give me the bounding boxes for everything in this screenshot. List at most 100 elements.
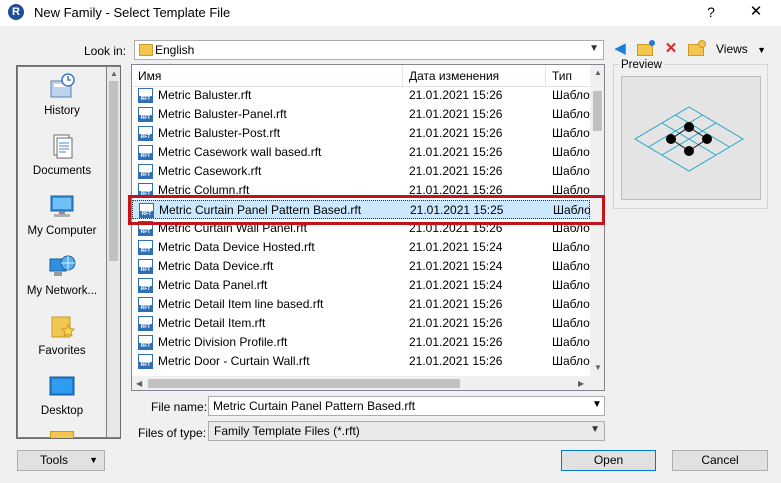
file-name: Metric Baluster-Panel.rft [158, 107, 287, 121]
history-icon [50, 73, 75, 98]
folder-icon [139, 44, 153, 56]
favorites-icon [51, 316, 76, 338]
file-row[interactable]: Metric Data Panel.rft 21.01.2021 15:24 Шаб… [132, 276, 590, 295]
title-bar: R New Family - Select Template File ? ✕ [0, 0, 781, 26]
rft-file-icon [138, 164, 153, 179]
place-my-network[interactable]: My Network... [18, 247, 106, 305]
file-type: Шаблон [552, 88, 590, 102]
horizontal-scrollbar[interactable]: ◀ ▶ [132, 376, 590, 390]
place-label: My Network... [26, 285, 98, 297]
file-date: 21.01.2021 15:26 [409, 354, 503, 368]
file-date: 21.01.2021 15:24 [409, 278, 503, 292]
place-label: Desktop [40, 405, 84, 417]
look-in-label: Look in: [84, 44, 127, 58]
file-list[interactable]: ⌃ Имя Дата изменения Тип Metric Baluster… [131, 64, 605, 391]
place-my-computer[interactable]: My Computer [18, 187, 106, 245]
folder-icon [50, 431, 74, 438]
file-row[interactable]: Metric Data Device.rft 21.01.2021 15:24 Ша… [132, 257, 590, 276]
file-row[interactable]: Metric Baluster-Post.rft 21.01.2021 15:26… [132, 124, 590, 143]
file-type: Шаблон [552, 164, 590, 178]
rft-file-icon [138, 88, 153, 103]
file-date: 21.01.2021 15:26 [409, 107, 503, 121]
views-label: Views [716, 42, 748, 56]
file-row[interactable]: Metric Casework.rft 21.01.2021 15:26 Шабло… [132, 162, 590, 181]
tools-button[interactable]: Tools ▼ [17, 450, 105, 471]
file-row[interactable]: Metric Baluster.rft 21.01.2021 15:26 Шабло… [132, 86, 590, 105]
look-in-dropdown[interactable]: English ▼ [134, 40, 604, 60]
rft-file-icon [138, 126, 153, 141]
file-date: 21.01.2021 15:26 [409, 164, 503, 178]
rft-file-icon [138, 107, 153, 122]
file-type: Шаблон [552, 335, 590, 349]
help-button[interactable]: ? [700, 2, 722, 22]
cancel-button[interactable]: Cancel [672, 450, 768, 471]
place-favorites[interactable]: Favorites [18, 307, 106, 365]
file-name: Metric Detail Item.rft [158, 316, 266, 330]
file-row[interactable]: Metric Detail Item line based.rft 21.01.2… [132, 295, 590, 314]
files-of-type-label: Files of type: [138, 426, 207, 440]
place-label: Documents [32, 165, 92, 177]
chevron-down-icon: ▼ [89, 455, 98, 465]
delete-icon[interactable]: ✕ [662, 40, 680, 58]
file-rows: Metric Baluster.rft 21.01.2021 15:26 Шабло… [132, 86, 591, 376]
chevron-down-icon[interactable]: ▼ [592, 399, 602, 410]
file-date: 21.01.2021 15:26 [409, 316, 503, 330]
file-type: Шаблон [552, 240, 590, 254]
file-row[interactable]: Metric Casework wall based.rft 21.01.2021… [132, 143, 590, 162]
new-folder-icon[interactable] [686, 40, 706, 58]
rft-file-icon [138, 278, 153, 293]
file-row[interactable]: Metric Detail Item.rft 21.01.2021 15:26 Ша… [132, 314, 590, 333]
file-row[interactable]: Metric Door - Curtain Wall.rft 21.01.2021… [132, 352, 590, 371]
look-in-value: English [155, 43, 195, 57]
file-row[interactable]: Metric Division Profile.rft 21.01.2021 15… [132, 333, 590, 352]
chevron-down-icon: ▼ [590, 424, 600, 435]
files-of-type-dropdown[interactable]: Family Template Files (*.rft) ▼ [208, 421, 605, 441]
rft-file-icon [138, 297, 153, 312]
documents-icon [53, 134, 73, 159]
file-name-label: File name: [151, 400, 208, 414]
file-name: Metric Baluster-Post.rft [158, 126, 281, 140]
file-type: Шаблон [552, 259, 590, 273]
scroll-thumb[interactable] [148, 379, 460, 388]
chevron-down-icon: ▼ [589, 43, 599, 54]
curtain-panel-preview-icon [634, 106, 744, 172]
window-title: New Family - Select Template File [34, 5, 231, 20]
rft-file-icon [138, 259, 153, 274]
place-documents[interactable]: Documents [18, 127, 106, 185]
file-name: Metric Data Device.rft [158, 259, 274, 273]
network-icon [49, 255, 76, 276]
place-history[interactable]: History [18, 67, 106, 125]
file-type: Шаблон [552, 278, 590, 292]
column-header-type[interactable]: Тип [552, 69, 572, 83]
column-header-date[interactable]: Дата изменения [409, 69, 499, 83]
file-list-header: ⌃ Имя Дата изменения Тип [132, 65, 590, 87]
revit-logo-icon: R [8, 4, 24, 20]
file-name-input[interactable] [208, 396, 605, 416]
up-folder-icon[interactable] [635, 40, 655, 58]
open-button[interactable]: Open [561, 450, 656, 471]
close-button[interactable]: ✕ [744, 2, 768, 22]
file-row[interactable]: Metric Data Device Hosted.rft 21.01.2021 … [132, 238, 590, 257]
file-type: Шаблон [552, 145, 590, 159]
place-label: History [44, 105, 80, 117]
file-type: Шаблон [552, 107, 590, 121]
rft-file-icon [138, 335, 153, 350]
highlight-annotation [128, 195, 605, 225]
views-button[interactable]: Views ▼ [716, 40, 768, 58]
places-scrollbar[interactable]: ▲ [107, 67, 120, 437]
preview-image [621, 76, 761, 200]
file-date: 21.01.2021 15:24 [409, 259, 503, 273]
file-date: 21.01.2021 15:26 [409, 297, 503, 311]
column-header-name[interactable]: Имя [138, 69, 161, 83]
file-name: Metric Detail Item line based.rft [158, 297, 324, 311]
scroll-thumb[interactable] [593, 91, 602, 131]
file-row[interactable]: Metric Baluster-Panel.rft 21.01.2021 15:2… [132, 105, 590, 124]
preview-label: Preview [619, 59, 664, 71]
file-type: Шаблон [552, 297, 590, 311]
back-arrow-icon[interactable]: ◀ [611, 40, 629, 58]
file-date: 21.01.2021 15:24 [409, 240, 503, 254]
chevron-down-icon: ▼ [757, 45, 767, 55]
rft-file-icon [138, 145, 153, 160]
place-desktop[interactable]: Desktop [18, 367, 106, 425]
file-date: 21.01.2021 15:26 [409, 88, 503, 102]
